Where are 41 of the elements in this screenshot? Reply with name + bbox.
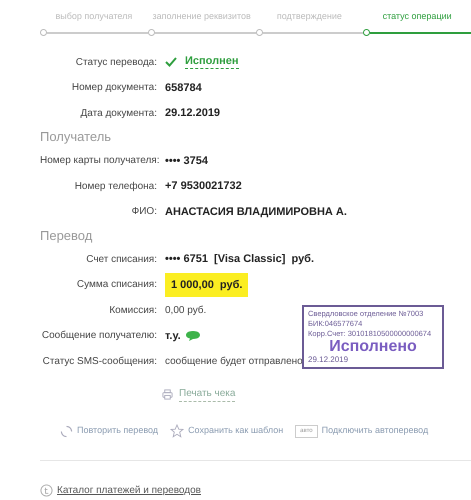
step-label: заполнение реквизитов — [151, 10, 252, 23]
action-link[interactable]: Сохранить как шаблон — [188, 424, 284, 438]
action-link[interactable]: Подключить автоперевод — [322, 424, 428, 438]
field-label: Сумма списания: — [76, 278, 157, 292]
field-value: 658784 — [165, 80, 202, 96]
field-label: Комиссия: — [108, 304, 157, 318]
field-label: Дата документа: — [80, 106, 157, 121]
action-link[interactable]: Повторить перевод — [77, 424, 158, 438]
catalog-icon — [40, 484, 53, 497]
section-heading: Перевод — [40, 226, 94, 245]
field-value: АНАСТАСИЯ ВЛАДИМИРОВНА А. — [165, 204, 347, 220]
status-value[interactable]: Исполнен — [185, 55, 239, 70]
field-value: +7 9530021732 — [165, 179, 242, 194]
field-label: Статус перевода: — [74, 56, 157, 70]
catalog-link[interactable]: Каталог платежей и переводов — [57, 483, 201, 498]
stamp-date: 29.12.2019 — [308, 355, 350, 365]
message-value: т.у. — [165, 328, 181, 344]
star-icon — [170, 424, 184, 438]
print-receipt-link[interactable]: Печать чека — [179, 386, 236, 402]
field-value: сообщение будет отправлено — [165, 354, 303, 369]
checkmark-icon — [165, 57, 177, 68]
printer-icon — [162, 388, 173, 400]
amount-value: 1 000,00 руб. — [165, 272, 248, 297]
speech-bubble-icon — [184, 330, 201, 342]
field-label: Сообщение получателю: — [40, 329, 157, 344]
field-value: •••• 6751 [Visa Classic] руб. — [165, 252, 314, 267]
field-value: 29.12.2019 — [165, 106, 220, 121]
stamp-status: Исполнено — [328, 339, 418, 355]
field-label: Номер карты получателя: — [40, 154, 157, 168]
field-value: •••• 3754 — [165, 154, 208, 168]
field-label: ФИО: — [130, 205, 157, 220]
field-label: Номер документа: — [70, 81, 157, 96]
step-label: выбор получателя — [54, 10, 134, 23]
section-heading: Получатель — [40, 128, 112, 146]
field-value: 0,00 руб. — [165, 304, 206, 318]
step-label: статус операции — [382, 10, 453, 23]
field-label: Статус SMS-сообщения: — [42, 354, 157, 369]
field-label: Счет списания: — [85, 252, 157, 267]
step-label: подтверждение — [276, 10, 343, 23]
refresh-icon — [60, 424, 73, 438]
field-label: Номер телефона: — [74, 180, 157, 194]
